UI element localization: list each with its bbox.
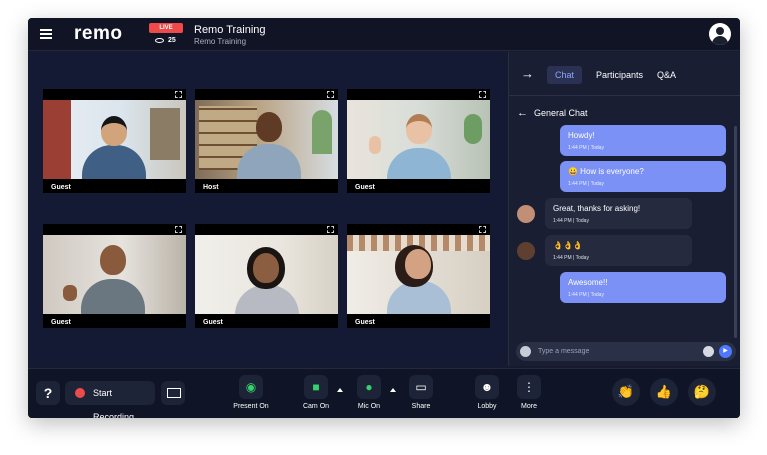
message-time: 1:44 PM | Today [568,181,604,187]
share-screen-icon: ▭ [409,375,433,399]
message-time: 1:44 PM | Today [553,218,589,224]
video-tile[interactable]: Guest [195,224,338,328]
lobby-label: Lobby [477,403,497,410]
video-tile[interactable]: Guest [43,89,186,193]
thumbs-up-reaction-icon[interactable]: 👍 [650,378,678,406]
cam-label: Cam On [302,403,330,410]
message-time: 1:44 PM | Today [568,145,604,151]
more-label: More [521,403,537,410]
viewer-count-value: 25 [168,37,176,44]
chat-message: Great, thanks for asking! 1:44 PM | Toda… [545,198,692,229]
send-icon[interactable]: ▶ [719,345,732,358]
event-title: Remo Training [194,24,266,36]
share-label: Share [411,403,431,410]
help-button[interactable]: ? [36,381,60,405]
tile-label: Host [203,184,219,191]
layout-icon[interactable] [161,381,185,405]
chat-panel: → Chat Participants Q&A ← General Chat Ho… [508,52,740,366]
video-tile[interactable]: Guest [347,224,490,328]
message-time: 1:44 PM | Today [553,255,589,261]
app-window: remo LIVE 25 Remo Training Remo Training… [28,18,740,418]
avatar [517,242,535,260]
mic-icon: ● [357,375,381,399]
expand-icon[interactable] [175,91,182,98]
message-input[interactable] [538,345,688,358]
expand-icon[interactable] [175,226,182,233]
message-composer: ▶ [516,342,736,361]
message-time: 1:44 PM | Today [568,292,604,298]
more-icon: ⋮ [517,375,541,399]
lobby-button[interactable]: ☻ Lobby [471,375,503,410]
chat-scrollbar[interactable] [734,126,737,338]
back-arrow-icon[interactable]: ← [517,107,528,119]
message-text: 👌👌👌 [553,241,583,250]
chat-message: Howdy! 1:44 PM | Today [560,125,726,156]
channel-name: General Chat [534,108,588,118]
record-label: Start Recording [93,388,135,418]
expand-icon[interactable] [327,91,334,98]
tile-label: Guest [51,184,71,191]
cam-button[interactable]: ■ Cam On [300,375,332,410]
record-icon [75,388,85,398]
avatar [517,205,535,223]
menu-icon[interactable] [40,29,52,39]
attachment-icon[interactable] [520,346,531,357]
logo: remo [74,23,123,44]
channel-header[interactable]: ← General Chat [517,107,588,119]
thinking-reaction-icon[interactable]: 🤔 [688,378,716,406]
tile-label: Guest [51,319,71,326]
message-text: 😀 How is everyone? [568,167,644,176]
tab-participants[interactable]: Participants [588,66,651,84]
video-tile[interactable]: Guest [347,89,490,193]
collapse-arrow-icon[interactable]: → [521,66,534,81]
panel-tabs: → Chat Participants Q&A [509,52,740,96]
more-button[interactable]: ⋮ More [513,375,545,410]
present-button[interactable]: ◉ Present On [231,375,271,410]
message-text: Howdy! [568,131,595,140]
cam-options-chevron-icon[interactable] [337,388,343,392]
message-text: Great, thanks for asking! [553,204,641,213]
mic-label: Mic On [357,403,381,410]
expand-icon[interactable] [327,226,334,233]
tile-label: Guest [355,319,375,326]
mic-options-chevron-icon[interactable] [390,388,396,392]
video-stage: Guest Host Guest Guest Guest Guest [28,52,506,366]
chat-message: 👌👌👌 1:44 PM | Today [545,235,692,266]
video-tile[interactable]: Guest [43,224,186,328]
live-badge: LIVE [149,23,183,33]
present-label: Present On [233,403,269,410]
mic-button[interactable]: ● Mic On [353,375,385,410]
tab-qa[interactable]: Q&A [649,66,684,84]
video-tile[interactable]: Host [195,89,338,193]
expand-icon[interactable] [479,226,486,233]
chat-message: Awesome!! 1:44 PM | Today [560,272,726,303]
top-bar: remo LIVE 25 Remo Training Remo Training [28,18,740,51]
event-subtitle: Remo Training [194,37,247,46]
lobby-icon: ☻ [475,375,499,399]
bottom-toolbar: ? Start Recording ◉ Present On ■ Cam On … [28,368,740,418]
tile-label: Guest [203,319,223,326]
expand-icon[interactable] [479,91,486,98]
share-button[interactable]: ▭ Share [405,375,437,410]
chat-message: 😀 How is everyone? 1:44 PM | Today [560,161,726,192]
tile-label: Guest [355,184,375,191]
message-text: Awesome!! [568,278,608,287]
profile-avatar-icon[interactable] [709,23,731,45]
clap-reaction-icon[interactable]: 👏 [612,378,640,406]
emoji-icon[interactable] [703,346,714,357]
camera-icon: ■ [304,375,328,399]
tab-chat[interactable]: Chat [547,66,583,84]
start-recording-button[interactable]: Start Recording [65,381,155,418]
viewer-count: 25 [155,37,176,44]
eye-icon [155,37,164,43]
present-icon: ◉ [239,375,263,399]
